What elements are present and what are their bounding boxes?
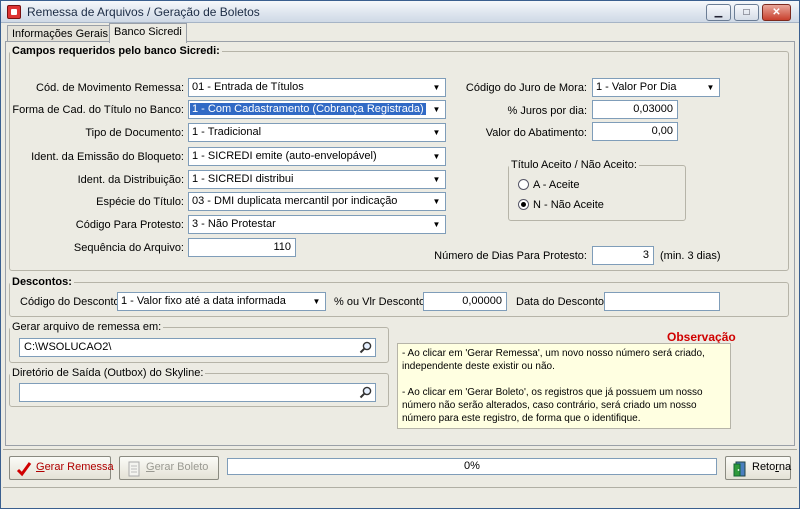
tipo-doc-label: Tipo de Documento:	[85, 127, 184, 139]
gerar-remessa-label: erar Remessa	[44, 461, 114, 473]
cod-protesto-value: 3 - Não Protestar	[192, 218, 276, 230]
forma-cad-label: Forma de Cad. do Título no Banco:	[12, 104, 184, 116]
tipo-doc-value: 1 - Tradicional	[192, 126, 262, 138]
sequencia-input[interactable]: 110	[188, 238, 296, 257]
cod-juro-label: Código do Juro de Mora:	[465, 82, 587, 94]
close-button[interactable]: ✕	[762, 4, 791, 21]
retorna-label-pre: Reto	[752, 461, 776, 473]
search-icon[interactable]	[359, 341, 372, 354]
outbox-path-legend: Diretório de Saída (Outbox) do Skyline:	[12, 367, 204, 379]
cod-protesto-select[interactable]: 3 - Não Protestar ▼	[188, 215, 446, 234]
gerar-remessa-button[interactable]: Gerar Remessa	[9, 456, 114, 480]
radio-aceite[interactable]: A - Aceite	[518, 179, 579, 191]
aceite-legend: Título Aceito / Não Aceito:	[511, 159, 637, 171]
radio-aceite-label: A - Aceite	[533, 179, 580, 191]
tab-banco-sicredi[interactable]: Banco Sicredi	[109, 23, 187, 43]
chevron-down-icon[interactable]: ▼	[429, 80, 444, 95]
valor-abat-input[interactable]: 0,00	[592, 122, 678, 141]
forma-cad-select[interactable]: 1 - Com Cadastramento (Cobrança Registra…	[188, 100, 446, 119]
sequencia-label: Sequência do Arquivo:	[73, 242, 184, 254]
document-icon	[128, 461, 140, 477]
desconto-codigo-label: Código do Desconto:	[20, 296, 123, 308]
observacao-title: Observação	[667, 330, 736, 344]
cod-mov-value: 01 - Entrada de Títulos	[192, 81, 304, 93]
radio-dot[interactable]	[518, 179, 529, 190]
especie-value: 03 - DMI duplicata mercantil por indicaç…	[192, 195, 398, 207]
cod-juro-select[interactable]: 1 - Valor Por Dia ▼	[592, 78, 720, 97]
status-bar	[3, 487, 797, 507]
dias-protesto-input[interactable]: 3	[592, 246, 654, 265]
sicredi-legend: Campos requeridos pelo banco Sicredi:	[12, 45, 220, 57]
cod-protesto-label: Código Para Protesto:	[75, 219, 184, 231]
main-window: Remessa de Arquivos / Geração de Boletos…	[0, 0, 800, 509]
cod-juro-value: 1 - Valor Por Dia	[596, 81, 677, 93]
outbox-path-input[interactable]	[19, 383, 376, 402]
retorna-label: na	[778, 461, 792, 473]
desconto-perc-input[interactable]: 0,00000	[423, 292, 507, 311]
ident-emissao-value: 1 - SICREDI emite (auto-envelopável)	[192, 150, 377, 162]
juros-dia-label: % Juros por dia:	[507, 105, 587, 117]
ident-distrib-value: 1 - SICREDI distribui	[192, 173, 294, 185]
chevron-down-icon[interactable]: ▼	[429, 149, 444, 164]
gerar-boleto-button[interactable]: Gerar Boleto	[119, 456, 219, 480]
observacao-box: - Ao clicar em 'Gerar Remessa', um novo …	[397, 343, 731, 429]
ident-distrib-label: Ident. da Distribuição:	[77, 174, 184, 186]
remessa-path-input[interactable]: C:\WSOLUCAO2\	[19, 338, 376, 357]
title-bar[interactable]: Remessa de Arquivos / Geração de Boletos…	[1, 1, 799, 23]
retorna-button[interactable]: Retorna	[725, 456, 791, 480]
observacao-p2: - Ao clicar em 'Gerar Boleto', os regist…	[402, 387, 703, 424]
ident-emissao-select[interactable]: 1 - SICREDI emite (auto-envelopável) ▼	[188, 147, 446, 166]
minimize-button[interactable]: ▁	[706, 4, 731, 21]
gerar-boleto-mnemonic: G	[146, 461, 155, 473]
remessa-path-value: C:\WSOLUCAO2\	[24, 341, 112, 353]
dias-protesto-hint: (min. 3 dias)	[660, 250, 721, 262]
juros-dia-input[interactable]: 0,03000	[592, 100, 678, 119]
observacao-p1: - Ao clicar em 'Gerar Remessa', um novo …	[402, 348, 705, 372]
remessa-path-legend: Gerar arquivo de remessa em:	[12, 321, 162, 333]
progress-label: 0%	[464, 460, 480, 472]
checkmark-icon	[16, 462, 32, 477]
valor-abat-label: Valor do Abatimento:	[485, 127, 587, 139]
ident-emissao-label: Ident. da Emissão do Bloqueto:	[31, 151, 184, 163]
tab-informacoes-gerais[interactable]: Informações Gerais	[7, 25, 113, 42]
cod-mov-label: Cód. de Movimento Remessa:	[36, 82, 184, 94]
chevron-down-icon[interactable]: ▼	[429, 194, 444, 209]
chevron-down-icon[interactable]: ▼	[703, 80, 718, 95]
dias-protesto-label: Número de Dias Para Protesto:	[434, 250, 587, 262]
radio-dot[interactable]	[518, 199, 529, 210]
exit-door-icon	[733, 461, 746, 477]
chevron-down-icon[interactable]: ▼	[429, 172, 444, 187]
descontos-legend: Descontos:	[12, 276, 72, 288]
maximize-button[interactable]: □	[734, 4, 759, 21]
app-icon	[7, 5, 21, 19]
gerar-remessa-mnemonic: G	[36, 461, 45, 473]
desconto-data-label: Data do Desconto:	[516, 296, 608, 308]
especie-label: Espécie do Título:	[96, 196, 184, 208]
especie-select[interactable]: 03 - DMI duplicata mercantil por indicaç…	[188, 192, 446, 211]
chevron-down-icon[interactable]: ▼	[309, 294, 324, 309]
radio-nao-aceite[interactable]: N - Não Aceite	[518, 199, 604, 211]
desconto-codigo-value: 1 - Valor fixo até a data informada	[121, 295, 286, 307]
window-title: Remessa de Arquivos / Geração de Boletos	[27, 5, 260, 19]
tipo-doc-select[interactable]: 1 - Tradicional ▼	[188, 123, 446, 142]
cod-mov-select[interactable]: 01 - Entrada de Títulos ▼	[188, 78, 446, 97]
chevron-down-icon[interactable]: ▼	[429, 217, 444, 232]
chevron-down-icon[interactable]: ▼	[429, 102, 444, 117]
forma-cad-value: 1 - Com Cadastramento (Cobrança Registra…	[190, 103, 426, 115]
desconto-data-input[interactable]	[604, 292, 720, 311]
separator	[3, 449, 797, 450]
chevron-down-icon[interactable]: ▼	[429, 125, 444, 140]
desconto-perc-label: % ou Vlr Desconto:	[334, 296, 429, 308]
search-icon[interactable]	[359, 386, 372, 399]
ident-distrib-select[interactable]: 1 - SICREDI distribui ▼	[188, 170, 446, 189]
progress-bar: 0%	[227, 458, 717, 475]
gerar-boleto-label: erar Boleto	[154, 461, 209, 473]
desconto-codigo-select[interactable]: 1 - Valor fixo até a data informada ▼	[117, 292, 326, 311]
radio-nao-aceite-label: N - Não Aceite	[533, 199, 604, 211]
